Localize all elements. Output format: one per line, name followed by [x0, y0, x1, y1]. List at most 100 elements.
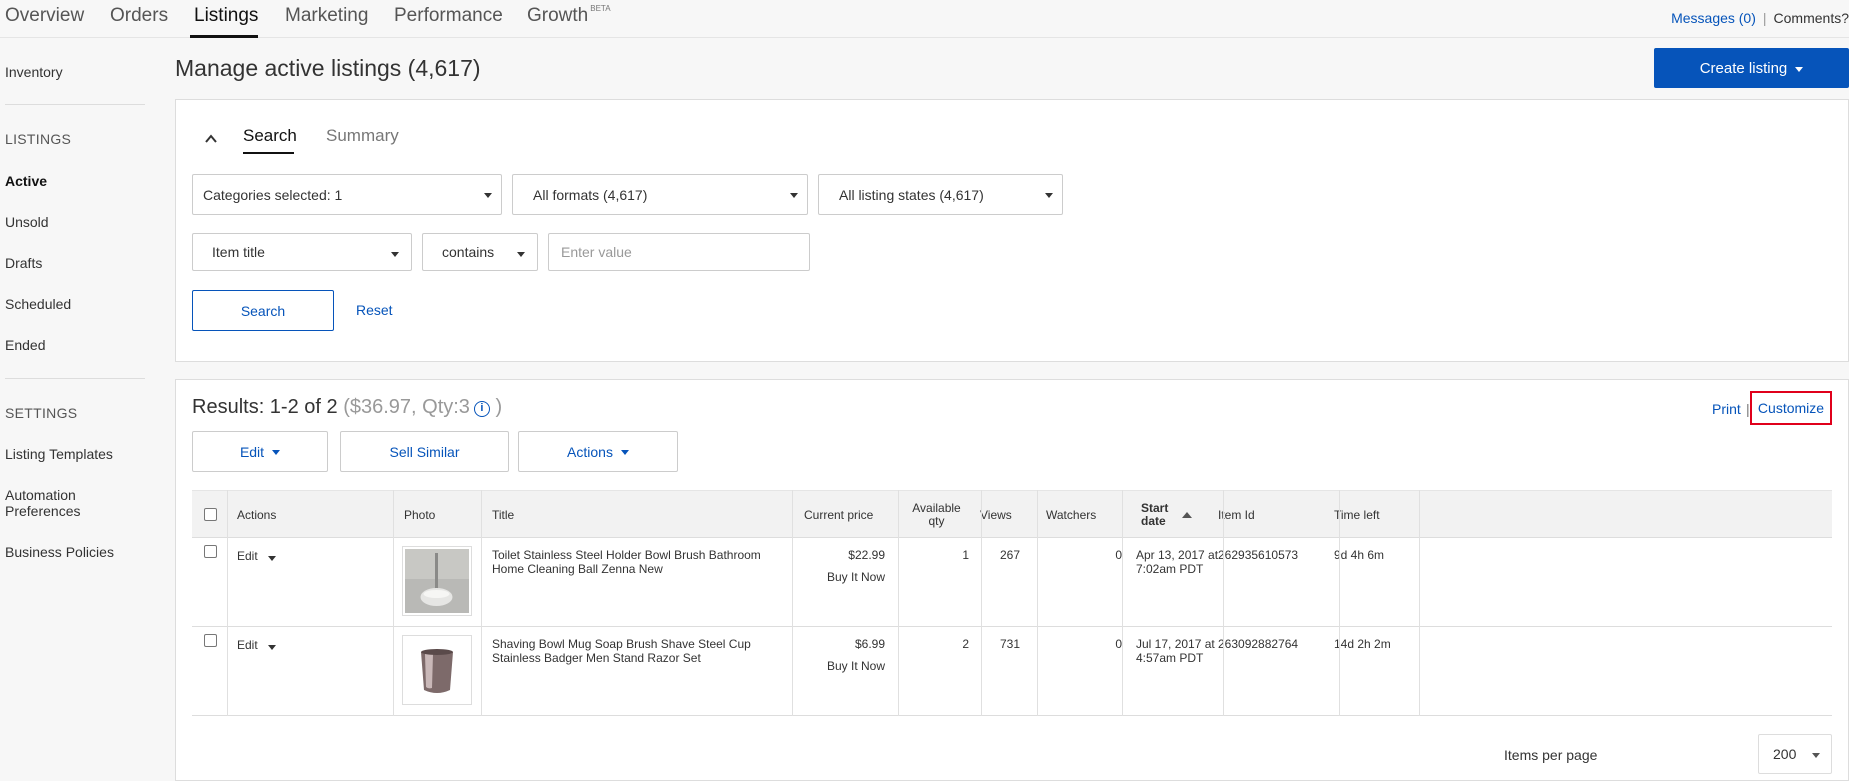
results-totals: ($36.97, Qty:3 [343, 396, 470, 418]
tab-marketing[interactable]: Marketing [285, 5, 368, 27]
col-start-date-label: Start date [1141, 502, 1168, 528]
chevron-down-icon [484, 193, 492, 198]
create-listing-button[interactable]: Create listing [1654, 48, 1849, 88]
tab-listings[interactable]: Listings [194, 5, 258, 27]
select-all-checkbox[interactable] [204, 508, 217, 521]
tab-orders[interactable]: Orders [110, 5, 168, 27]
price-cell: $6.99 Buy It Now [804, 637, 885, 673]
results-panel: Results: 1-2 of 2 ($36.97, Qty:3 i ) Prin… [175, 379, 1849, 781]
listing-photo[interactable] [402, 546, 472, 616]
sidebar-item-drafts[interactable]: Drafts [5, 255, 42, 271]
sidebar-item-ended[interactable]: Ended [5, 337, 45, 353]
results-count: Results: 1-2 of 2 [192, 396, 338, 418]
col-watchers[interactable]: Watchers [1046, 491, 1096, 539]
info-icon[interactable]: i [473, 401, 490, 417]
listing-states-select[interactable]: All listing states (4,617) [818, 174, 1063, 215]
header-links: Messages (0) | Comments? [1671, 10, 1849, 26]
search-field-select[interactable]: Item title [192, 233, 412, 271]
listing-price: $6.99 [854, 637, 885, 651]
col-title[interactable]: Title [492, 491, 514, 539]
listing-photo[interactable] [402, 635, 472, 705]
items-per-page-select[interactable]: 200 [1758, 734, 1832, 774]
listing-price: $22.99 [848, 548, 885, 562]
column-divider [1223, 490, 1224, 716]
tab-performance[interactable]: Performance [394, 5, 503, 27]
chevron-down-icon [1795, 66, 1804, 72]
tab-search[interactable]: Search [243, 126, 297, 146]
sidebar-divider [5, 378, 145, 379]
formats-select[interactable]: All formats (4,617) [512, 174, 808, 215]
messages-link[interactable]: Messages (0) [1671, 10, 1756, 26]
start-date-line1: Apr 13, 2017 at [1136, 548, 1219, 562]
column-divider [792, 490, 793, 716]
sell-similar-button[interactable]: Sell Similar [340, 431, 509, 472]
col-views[interactable]: Views [980, 491, 1012, 539]
reset-link[interactable]: Reset [356, 302, 393, 318]
sidebar-item-inventory[interactable]: Inventory [5, 64, 63, 80]
page-title: Manage active listings (4,617) [175, 55, 481, 81]
search-value-input[interactable]: Enter value [548, 233, 810, 271]
tab-summary[interactable]: Summary [326, 126, 399, 146]
sort-ascending-icon [1182, 512, 1193, 518]
search-operator-select[interactable]: contains [422, 233, 538, 271]
listing-time-left: 14d 2h 2m [1334, 637, 1391, 651]
col-time-left[interactable]: Time left [1334, 491, 1380, 539]
column-divider [227, 490, 228, 716]
search-button[interactable]: Search [192, 290, 334, 331]
shaving-bowl-image [405, 638, 469, 702]
customize-link[interactable]: Customize [1750, 391, 1832, 425]
table-row: Edit Toilet Stainless Steel Holder Bowl … [192, 538, 1832, 627]
actions-button[interactable]: Actions [518, 431, 678, 472]
chevron-up-icon[interactable] [205, 133, 217, 145]
categories-select[interactable]: Categories selected: 1 [192, 174, 502, 215]
row-edit-link[interactable]: Edit [237, 638, 276, 652]
chevron-down-icon [1812, 753, 1820, 758]
chevron-down-icon [517, 252, 525, 257]
col-start-date[interactable]: Start date [1129, 491, 1229, 539]
column-divider [1122, 490, 1123, 716]
row-edit-link[interactable]: Edit [237, 549, 276, 563]
categories-value: Categories selected: 1 [203, 186, 343, 203]
listing-item-id: 263092882764 [1218, 637, 1299, 651]
listing-title-link[interactable]: Toilet Stainless Steel Holder Bowl Brush… [492, 548, 761, 576]
listing-title-line2: Stainless Badger Men Stand Razor Set [492, 651, 701, 665]
sidebar-item-unsold[interactable]: Unsold [5, 214, 49, 230]
sidebar-item-listing-templates[interactable]: Listing Templates [5, 446, 113, 462]
toilet-brush-image [405, 549, 469, 613]
sidebar-item-business-policies[interactable]: Business Policies [5, 544, 114, 560]
chevron-down-icon [391, 252, 399, 257]
listing-watchers: 0 [1115, 637, 1122, 651]
listing-start-date: Apr 13, 2017 at 7:02am PDT [1136, 548, 1218, 576]
col-available-qty[interactable]: Available qty [898, 491, 975, 539]
listing-start-date: Jul 17, 2017 at 4:57am PDT [1136, 637, 1215, 665]
row-checkbox[interactable] [204, 545, 217, 558]
listing-states-value: All listing states (4,617) [839, 186, 984, 203]
listing-time-left: 9d 4h 6m [1334, 548, 1385, 562]
column-divider [1037, 490, 1038, 716]
row-edit-label: Edit [237, 549, 258, 563]
sidebar-item-active[interactable]: Active [5, 173, 47, 189]
table-header: Actions Photo Title Current price Availa… [192, 490, 1832, 538]
create-listing-label: Create listing [1699, 59, 1788, 77]
sidebar-item-automation-preferences[interactable]: Automation Preferences [5, 487, 105, 519]
active-tab-indicator [190, 35, 258, 38]
edit-button[interactable]: Edit [192, 431, 328, 472]
items-per-page-label: Items per page [1504, 747, 1598, 763]
col-current-price[interactable]: Current price [804, 491, 873, 539]
actions-label: Actions [567, 443, 613, 460]
print-link[interactable]: Print [1712, 401, 1741, 417]
listing-title-link[interactable]: Shaving Bowl Mug Soap Brush Shave Steel … [492, 637, 751, 665]
tab-overview[interactable]: Overview [5, 5, 84, 27]
comments-link[interactable]: Comments? [1774, 10, 1849, 26]
sidebar: Inventory LISTINGS Active Unsold Drafts … [0, 39, 150, 781]
edit-label: Edit [239, 443, 265, 460]
listing-item-id: 262935610573 [1218, 548, 1299, 562]
listing-title-line2: Home Cleaning Ball Zenna New [492, 562, 663, 576]
chevron-down-icon [267, 645, 276, 650]
sidebar-item-scheduled[interactable]: Scheduled [5, 296, 71, 312]
formats-value: All formats (4,617) [533, 186, 648, 203]
start-date-line1: Jul 17, 2017 at [1136, 637, 1215, 651]
tab-growth[interactable]: Growth BETA [527, 4, 611, 27]
row-checkbox[interactable] [204, 634, 217, 647]
column-divider [393, 490, 394, 716]
